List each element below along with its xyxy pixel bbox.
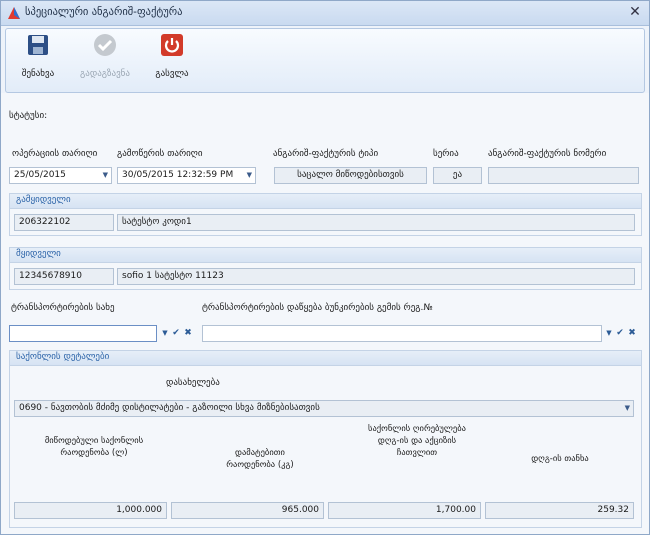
- vat-amount-field: 259.32: [485, 502, 634, 519]
- seller-code-field: 206322102: [14, 214, 114, 231]
- delivered-quantity-field: 1,000.000: [14, 502, 167, 519]
- buyer-code-field: 12345678910: [14, 268, 114, 285]
- clear-icon[interactable]: ✖: [183, 328, 193, 338]
- transport-type-label: ტრანსპორტირების სახე: [11, 303, 115, 313]
- buyer-group-header: მყიდველი: [10, 248, 641, 263]
- chevron-down-icon[interactable]: ▼: [625, 401, 630, 416]
- exit-label: გასვლა: [155, 69, 189, 79]
- series-label: სერია: [433, 149, 459, 159]
- exit-button[interactable]: გასვლა: [148, 33, 196, 85]
- seller-group-header: გამყიდველი: [10, 194, 641, 209]
- goods-group-header: საქონლის დეტალები: [10, 351, 641, 366]
- vat-amount-header: დღგ-ის თანხა: [531, 454, 589, 464]
- form-body: სტატუსი: ოპერაციის თარიღი გამოწერის თარი…: [1, 93, 649, 534]
- invoice-type-label: ანგარიშ-ფაქტურის ტიპი: [273, 149, 379, 159]
- chevron-down-icon[interactable]: ▼: [604, 328, 614, 338]
- transport-plate-label: ტრანსპორტირების დაწყება ბუნკირების გემის…: [202, 303, 433, 313]
- issue-date-value: 30/05/2015 12:32:59 PM: [122, 170, 234, 180]
- window-title: სპეციალური ანგარიშ-ფაქტურა: [25, 6, 183, 18]
- seller-title: გამყიდველი: [16, 195, 71, 205]
- goods-title: საქონლის დეტალები: [16, 352, 110, 362]
- transport-type-input[interactable]: [9, 325, 157, 342]
- chevron-down-icon[interactable]: ▼: [103, 168, 108, 183]
- clear-icon[interactable]: ✖: [627, 328, 637, 338]
- status-label: სტატუსი:: [9, 111, 48, 121]
- operation-date-value: 25/05/2015: [14, 170, 66, 180]
- seller-group: გამყიდველი 206322102 სატესტო კოდი1: [9, 193, 642, 236]
- invoice-window: სპეციალური ანგარიშ-ფაქტურა ✕ შენახვა გად…: [0, 0, 650, 535]
- title-bar: სპეციალური ანგარიშ-ფაქტურა ✕: [1, 1, 649, 26]
- checkmark-icon: [94, 34, 116, 56]
- invoice-type-field: საცალო მიწოდებისთვის: [274, 167, 427, 184]
- operation-date-label: ოპერაციის თარიღი: [12, 149, 98, 159]
- goods-value-header: საქონლის ღირებულება დღგ-ის და აქციზის ჩა…: [368, 424, 466, 458]
- power-icon: [161, 34, 183, 56]
- goods-name-value: 0690 - ნავთობის მძიმე დისტილატები - გაზო…: [19, 403, 320, 413]
- extra-quantity-field: 965.000: [171, 502, 324, 519]
- check-icon[interactable]: ✔: [171, 328, 181, 338]
- app-logo-icon: [8, 7, 20, 19]
- series-field: ეა: [433, 167, 482, 184]
- buyer-group: მყიდველი 12345678910 sofio 1 სატესტო 111…: [9, 247, 642, 290]
- chevron-down-icon[interactable]: ▼: [247, 168, 252, 183]
- chevron-down-icon[interactable]: ▼: [160, 328, 170, 338]
- buyer-name-field: sofio 1 სატესტო 11123: [117, 268, 635, 285]
- goods-name-label: დასახელება: [166, 378, 220, 388]
- goods-group: საქონლის დეტალები დასახელება 0690 - ნავთ…: [9, 350, 642, 528]
- save-label: შენახვა: [21, 69, 55, 79]
- floppy-disk-icon: [28, 35, 48, 55]
- save-button[interactable]: შენახვა: [14, 33, 62, 85]
- issue-date-field[interactable]: 30/05/2015 12:32:59 PM ▼: [117, 167, 256, 184]
- close-icon[interactable]: ✕: [627, 4, 643, 20]
- buyer-title: მყიდველი: [16, 249, 61, 259]
- seller-name-field: სატესტო კოდი1: [117, 214, 635, 231]
- issue-date-label: გამოწერის თარიღი: [117, 149, 203, 159]
- transfer-label: გადაგზავნა: [80, 69, 130, 79]
- delivered-quantity-header: მიწოდებული საქონლის რაოდენობა (ლ): [44, 436, 144, 458]
- transport-plate-input[interactable]: [202, 325, 602, 342]
- transfer-button[interactable]: გადაგზავნა: [74, 33, 136, 85]
- goods-name-select[interactable]: 0690 - ნავთობის მძიმე დისტილატები - გაზო…: [14, 400, 634, 417]
- extra-quantity-header: დამატებითი რაოდენობა (კგ): [226, 448, 294, 470]
- invoice-number-label: ანგარიშ-ფაქტურის ნომერი: [488, 149, 607, 159]
- goods-value-field: 1,700.00: [328, 502, 481, 519]
- invoice-number-field: [488, 167, 639, 184]
- operation-date-field[interactable]: 25/05/2015 ▼: [9, 167, 112, 184]
- toolbar: შენახვა გადაგზავნა გასვლა: [5, 28, 645, 93]
- check-icon[interactable]: ✔: [615, 328, 625, 338]
